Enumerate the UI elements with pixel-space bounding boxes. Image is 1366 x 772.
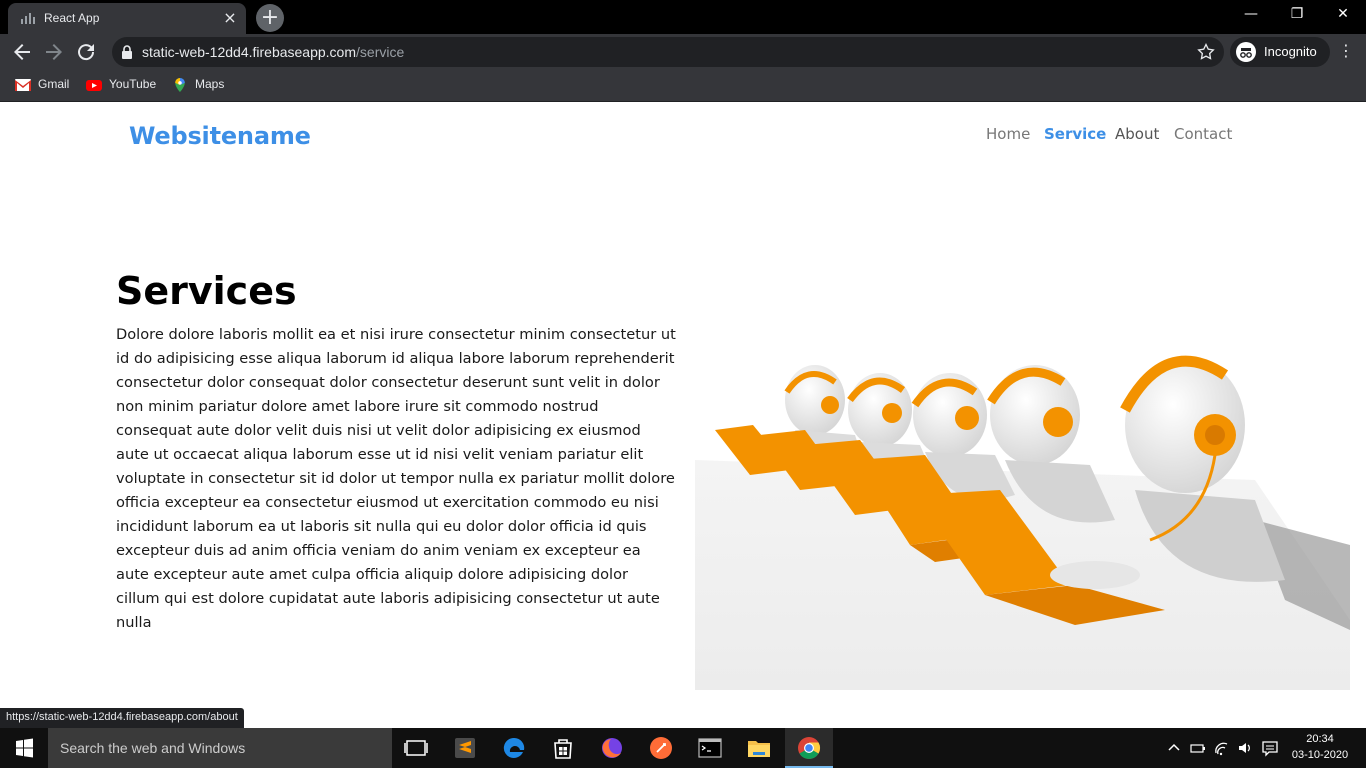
section-body-text: Dolore dolore laboris mollit ea et nisi … <box>116 326 676 631</box>
chrome-icon <box>798 737 820 759</box>
url-text: static-web-12dd4.firebaseapp.com/service <box>142 44 404 60</box>
address-bar[interactable]: static-web-12dd4.firebaseapp.com/service <box>112 37 1224 67</box>
lock-icon <box>122 45 132 59</box>
action-center-icon[interactable] <box>1261 739 1279 757</box>
bookmark-label: Maps <box>195 77 225 91</box>
call-center-illustration <box>695 330 1350 690</box>
terminal-icon[interactable] <box>686 728 734 768</box>
wifi-icon[interactable] <box>1213 739 1231 757</box>
incognito-badge[interactable]: Incognito <box>1230 37 1330 67</box>
bookmark-label: Gmail <box>38 77 70 91</box>
windows-start-icon[interactable] <box>0 728 48 768</box>
forward-arrow-icon[interactable] <box>42 40 66 64</box>
reload-icon[interactable] <box>74 40 98 64</box>
window-close-button[interactable]: ✕ <box>1320 0 1366 30</box>
bookmark-label: YouTube <box>109 77 157 91</box>
browser-toolbar: static-web-12dd4.firebaseapp.com/service <box>0 34 1366 70</box>
sublime-text-icon[interactable] <box>441 728 489 768</box>
show-hidden-icons-icon[interactable] <box>1165 739 1183 757</box>
taskbar-search-box[interactable]: Search the web and Windows <box>48 728 392 768</box>
taskbar-clock[interactable]: 20:34 03-10-2020 <box>1284 731 1356 763</box>
postman-icon[interactable] <box>637 728 685 768</box>
gmail-icon <box>15 79 31 91</box>
url-path: /service <box>356 44 405 60</box>
store-icon[interactable] <box>539 728 587 768</box>
nav-link-contact[interactable]: Contact <box>1174 125 1232 143</box>
edge-icon[interactable] <box>490 728 538 768</box>
browser-tab-bar: React App × + — ❐ ✕ <box>0 0 1366 34</box>
tab-title: React App <box>44 11 100 25</box>
nav-link-home[interactable]: Home <box>986 125 1030 143</box>
task-view-icon[interactable] <box>392 728 440 768</box>
url-host: static-web-12dd4.firebaseapp.com <box>142 44 357 60</box>
maximize-button[interactable]: ❐ <box>1274 0 1320 30</box>
nav-link-service[interactable]: Service <box>1044 125 1106 143</box>
clock-time: 20:34 <box>1306 733 1334 745</box>
app-favicon-icon <box>21 13 35 24</box>
bookmark-star-icon[interactable] <box>1196 42 1216 62</box>
bookmarks-bar: Gmail YouTube Maps <box>0 70 1366 102</box>
section-heading: Services <box>116 269 297 313</box>
site-brand-link[interactable]: Websitename <box>129 122 311 150</box>
battery-icon[interactable] <box>1189 739 1207 757</box>
chrome-taskbar-button[interactable] <box>785 728 833 768</box>
maps-icon <box>175 78 185 92</box>
clock-date: 03-10-2020 <box>1291 749 1349 761</box>
web-page: Websitename Home Service About Contact S… <box>0 103 1366 728</box>
tab-close-icon[interactable]: × <box>220 8 240 28</box>
back-arrow-icon[interactable] <box>10 40 34 64</box>
browser-tab[interactable]: React App × <box>8 3 246 34</box>
incognito-label: Incognito <box>1264 44 1317 59</box>
link-status-bar: https://static-web-12dd4.firebaseapp.com… <box>0 708 244 728</box>
windows-taskbar: Search the web and Windows 20:34 03-10-2… <box>0 728 1366 768</box>
incognito-icon <box>1236 42 1256 62</box>
new-tab-button[interactable]: + <box>256 4 284 32</box>
youtube-icon <box>86 80 102 91</box>
nav-link-about[interactable]: About <box>1115 125 1159 143</box>
search-placeholder: Search the web and Windows <box>60 740 246 756</box>
minimize-button[interactable]: — <box>1228 0 1274 30</box>
file-explorer-icon[interactable] <box>735 728 783 768</box>
browser-menu-icon[interactable]: ⋮ <box>1336 42 1356 62</box>
volume-icon[interactable] <box>1236 739 1254 757</box>
firefox-icon[interactable] <box>588 728 636 768</box>
